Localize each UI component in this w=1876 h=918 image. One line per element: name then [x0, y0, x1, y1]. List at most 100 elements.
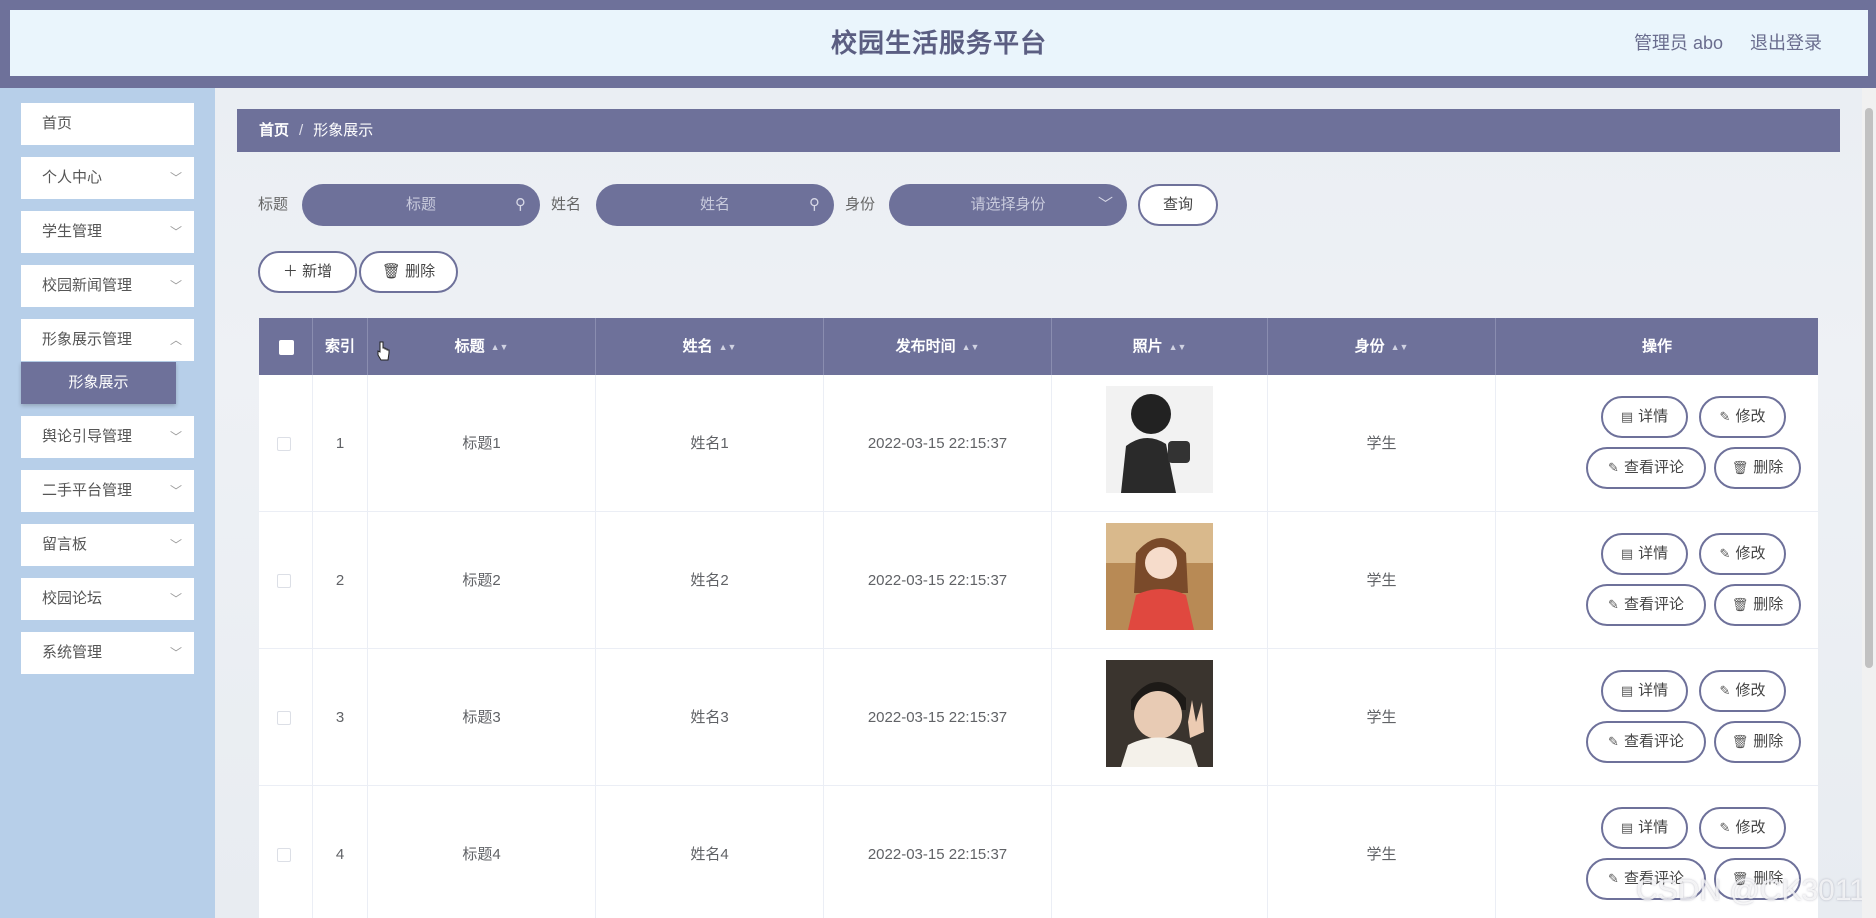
- select-all-checkbox[interactable]: [279, 340, 294, 355]
- sidebar-item-students[interactable]: 学生管理 ﹀: [21, 211, 194, 253]
- detail-button[interactable]: ▤ 详情: [1601, 533, 1688, 575]
- batch-delete-button[interactable]: 🗑︎ 删除: [359, 251, 458, 293]
- comment-edit-icon: ✎: [1608, 597, 1619, 612]
- row-delete-button[interactable]: 🗑︎ 删除: [1714, 721, 1801, 763]
- row-checkbox[interactable]: [277, 574, 291, 588]
- trash-icon: 🗑︎: [1731, 597, 1749, 612]
- edit-button-label: 修改: [1735, 682, 1766, 699]
- add-button-label: 新增: [302, 263, 333, 280]
- table-header: 索引 标题 ▲▼ 姓名 ▲▼ 发布时间 ▲▼ 照片 ▲▼ 身份 ▲▼ 操作: [259, 318, 1818, 375]
- table-row: 1 标题1 姓名1 2022-03-15 22:15:37 学生 ▤ 详情 ✎ 修改 ✎ 查看评论 🗑…: [259, 375, 1818, 512]
- title-placeholder: 标题: [405, 196, 436, 213]
- sort-icon[interactable]: ▲▼: [1169, 342, 1187, 352]
- sidebar-item-secondhand[interactable]: 二手平台管理 ﹀: [21, 470, 194, 512]
- edit-button[interactable]: ✎ 修改: [1699, 396, 1786, 438]
- edit-button[interactable]: ✎ 修改: [1699, 533, 1786, 575]
- header-user-area: 管理员 abo 退出登录: [1612, 10, 1822, 76]
- cell-checkbox: [259, 649, 313, 786]
- sidebar-item-forum[interactable]: 校园论坛 ﹀: [21, 578, 194, 620]
- view-comments-button[interactable]: ✎ 查看评论: [1586, 584, 1706, 626]
- sidebar-item-message-board[interactable]: 留言板 ﹀: [21, 524, 194, 566]
- sort-icon[interactable]: ▲▼: [491, 342, 509, 352]
- row-checkbox[interactable]: [277, 848, 291, 862]
- table-row: 3 标题3 姓名3 2022-03-15 22:15:37 学生 ▤ 详情 ✎ 修改 ✎ 查看评论 🗑…: [259, 649, 1818, 786]
- trash-icon: 🗑︎: [381, 263, 401, 280]
- document-icon: ▤: [1620, 409, 1634, 424]
- select-all-cell: [259, 318, 313, 375]
- add-button[interactable]: ＋ 新增: [258, 251, 357, 293]
- document-icon: ▤: [1620, 683, 1634, 698]
- row-checkbox[interactable]: [277, 437, 291, 451]
- profile-photo[interactable]: [1106, 523, 1213, 630]
- cell-actions: ▤ 详情 ✎ 修改 ✎ 查看评论 🗑︎ 删除: [1496, 375, 1818, 512]
- breadcrumb: 首页 / 形象展示: [237, 109, 1840, 152]
- name-placeholder: 姓名: [699, 196, 730, 213]
- cell-time: 2022-03-15 22:15:37: [824, 649, 1052, 786]
- breadcrumb-current: 形象展示: [313, 122, 374, 139]
- column-header-name[interactable]: 姓名 ▲▼: [596, 318, 824, 375]
- chevron-down-icon: ﹀: [169, 484, 182, 498]
- row-delete-button-label: 删除: [1753, 596, 1784, 613]
- sidebar-item-system[interactable]: 系统管理 ﹀: [21, 632, 194, 674]
- sidebar-item-opinion[interactable]: 舆论引导管理 ﹀: [21, 416, 194, 458]
- cell-index: 2: [313, 512, 368, 649]
- cell-index: 4: [313, 786, 368, 918]
- column-header-label: 发布时间: [895, 338, 956, 355]
- name-search-input[interactable]: 姓名 ⚲: [596, 184, 834, 226]
- sidebar-item-label: 校园论坛: [42, 590, 103, 607]
- column-header-photo[interactable]: 照片 ▲▼: [1052, 318, 1268, 375]
- logout-link[interactable]: 退出登录: [1750, 33, 1822, 53]
- detail-button[interactable]: ▤ 详情: [1601, 670, 1688, 712]
- plus-icon: ＋: [282, 263, 298, 280]
- cell-actions: ▤ 详情 ✎ 修改 ✎ 查看评论 🗑︎ 删除: [1496, 512, 1818, 649]
- column-header-title[interactable]: 标题 ▲▼: [368, 318, 596, 375]
- sidebar-item-image-showcase[interactable]: 形象展示管理 ︿: [21, 319, 194, 361]
- edit-button-label: 修改: [1735, 545, 1766, 562]
- sidebar-item-personal-center[interactable]: 个人中心 ﹀: [21, 157, 194, 199]
- sidebar-item-label: 形象展示管理: [42, 331, 133, 348]
- scrollbar-thumb[interactable]: [1865, 108, 1873, 668]
- role-select[interactable]: 请选择身份 ﹀: [889, 184, 1127, 226]
- title-search-input[interactable]: 标题 ⚲: [302, 184, 540, 226]
- sort-icon[interactable]: ▲▼: [719, 342, 737, 352]
- column-header-index: 索引: [313, 318, 368, 375]
- detail-button[interactable]: ▤ 详情: [1601, 807, 1688, 849]
- row-delete-button[interactable]: 🗑︎ 删除: [1714, 584, 1801, 626]
- sidebar-item-label: 系统管理: [42, 644, 103, 661]
- detail-button[interactable]: ▤ 详情: [1601, 396, 1688, 438]
- breadcrumb-home[interactable]: 首页: [259, 122, 289, 139]
- row-delete-button[interactable]: 🗑︎ 删除: [1714, 447, 1801, 489]
- cell-time: 2022-03-15 22:15:37: [824, 375, 1052, 512]
- profile-photo[interactable]: [1106, 386, 1213, 493]
- row-checkbox[interactable]: [277, 711, 291, 725]
- edit-button[interactable]: ✎ 修改: [1699, 807, 1786, 849]
- sidebar-item-news[interactable]: 校园新闻管理 ﹀: [21, 265, 194, 307]
- column-header-time[interactable]: 发布时间 ▲▼: [824, 318, 1052, 375]
- sidebar-item-home[interactable]: 首页: [21, 103, 194, 145]
- header-panel: 校园生活服务平台 管理员 abo 退出登录: [10, 10, 1868, 76]
- view-comments-button[interactable]: ✎ 查看评论: [1586, 721, 1706, 763]
- detail-button-label: 详情: [1638, 819, 1669, 836]
- cell-checkbox: [259, 786, 313, 918]
- comment-edit-icon: ✎: [1608, 871, 1619, 886]
- cell-role: 学生: [1268, 649, 1496, 786]
- scrollbar[interactable]: [1862, 88, 1876, 918]
- edit-button[interactable]: ✎ 修改: [1699, 670, 1786, 712]
- cell-index: 3: [313, 649, 368, 786]
- view-comments-button-label: 查看评论: [1623, 733, 1684, 750]
- role-filter-label: 身份: [845, 196, 876, 213]
- column-header-role[interactable]: 身份 ▲▼: [1268, 318, 1496, 375]
- profile-photo[interactable]: [1106, 660, 1213, 767]
- query-button[interactable]: 查询: [1138, 184, 1218, 226]
- sort-icon[interactable]: ▲▼: [1391, 342, 1409, 352]
- chevron-down-icon: ﹀: [1097, 196, 1113, 213]
- cell-index: 1: [313, 375, 368, 512]
- cell-title: 标题4: [368, 786, 596, 918]
- sidebar-subitem-showcase[interactable]: 形象展示: [21, 362, 176, 404]
- cell-actions: ▤ 详情 ✎ 修改 ✎ 查看评论 🗑︎ 删除: [1496, 649, 1818, 786]
- search-icon: ⚲: [515, 196, 526, 213]
- cell-name: 姓名2: [596, 512, 824, 649]
- sort-icon[interactable]: ▲▼: [962, 342, 980, 352]
- view-comments-button[interactable]: ✎ 查看评论: [1586, 447, 1706, 489]
- breadcrumb-separator: /: [299, 122, 304, 139]
